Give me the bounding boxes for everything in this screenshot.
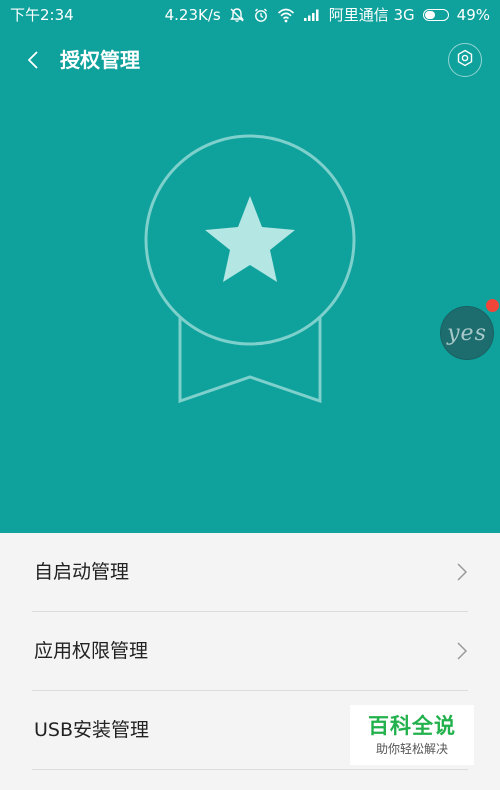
status-indicators: 4.23K/s 阿里通信 3G 49% [165, 0, 490, 30]
battery-fill [424, 11, 435, 19]
notification-dot [486, 299, 499, 312]
chevron-right-icon [457, 642, 468, 660]
floating-assistant-ball[interactable]: yes [440, 306, 494, 360]
list-item-autostart[interactable]: 自启动管理 [32, 533, 468, 612]
wifi-icon [277, 7, 295, 23]
badge-star-icon [144, 134, 356, 404]
status-bar: 下午2:34 4.23K/s 阿里通信 3G 49% [0, 0, 500, 30]
status-time: 下午2:34 [10, 6, 74, 24]
signal-icon [303, 8, 321, 22]
carrier-name: 阿里通信 3G [328, 6, 415, 24]
battery-percent: 49% [456, 6, 490, 24]
alarm-icon [253, 7, 269, 23]
settings-button[interactable] [448, 43, 482, 77]
list-item-label: USB安装管理 [34, 719, 150, 741]
battery-icon [422, 9, 449, 21]
mute-icon [229, 7, 245, 23]
title-bar: 授权管理 [0, 34, 500, 86]
chevron-left-icon[interactable] [22, 46, 44, 74]
page-title: 授权管理 [60, 48, 140, 72]
watermark-subtitle: 助你轻松解决 [375, 742, 448, 756]
chevron-right-icon [457, 563, 468, 581]
network-speed: 4.23K/s [164, 6, 221, 24]
watermark-title: 百科全说 [368, 714, 456, 738]
watermark-logo: 百科全说 助你轻松解决 [350, 705, 474, 765]
list-item-label: 应用权限管理 [34, 640, 149, 662]
gear-icon [456, 49, 474, 71]
list-item-label: 自启动管理 [34, 561, 130, 583]
list-item-app-permissions[interactable]: 应用权限管理 [32, 612, 468, 691]
floating-ball-label: yes [447, 320, 487, 346]
